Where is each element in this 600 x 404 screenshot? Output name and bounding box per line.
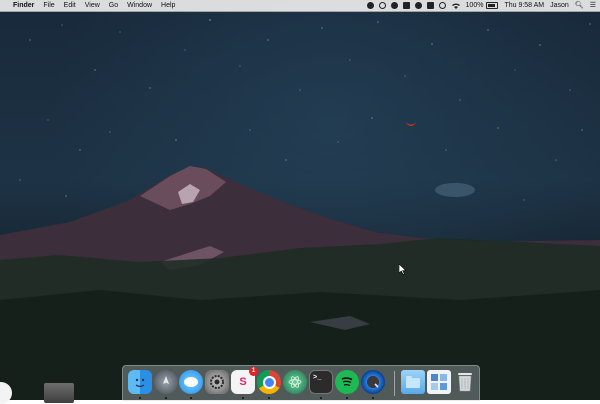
slack-letter: S <box>239 376 247 388</box>
mountain-landscape <box>0 166 600 400</box>
app-status-icon[interactable] <box>402 2 410 9</box>
notification-center-icon[interactable]: ☰ <box>590 0 596 11</box>
spotlight-search-icon[interactable]: 🔍︎ <box>575 0 584 11</box>
dock-slack-icon[interactable]: S 1 <box>231 367 258 394</box>
dock-separator <box>394 371 395 396</box>
dock: S 1 >_ <box>122 365 480 401</box>
battery-icon[interactable] <box>486 2 499 9</box>
dock-system-preferences-icon[interactable] <box>205 370 229 394</box>
airplay-icon[interactable] <box>426 2 434 9</box>
battery-percentage[interactable]: 100% <box>466 0 484 11</box>
bluetooth-icon[interactable] <box>438 2 446 9</box>
menu-file[interactable]: File <box>43 0 54 11</box>
dock-atom-icon[interactable] <box>283 370 307 394</box>
menu-go[interactable]: Go <box>109 0 118 11</box>
desktop-wallpaper <box>0 0 600 400</box>
user-menu[interactable]: Jason <box>550 0 569 11</box>
menu-app-finder[interactable]: Finder <box>13 0 34 11</box>
dock-documents-stack-icon[interactable] <box>427 370 451 394</box>
wifi-icon[interactable] <box>451 3 460 9</box>
menu-help[interactable]: Help <box>161 0 175 11</box>
menu-edit[interactable]: Edit <box>64 0 76 11</box>
menu-bar: Finder File Edit View Go Window Help 100… <box>0 0 600 12</box>
running-indicator <box>190 397 192 399</box>
skype-status-icon[interactable] <box>414 2 422 9</box>
running-indicator <box>320 397 322 399</box>
dock-downloads-folder-icon[interactable] <box>401 370 425 394</box>
mouse-cursor-icon <box>399 264 407 275</box>
running-indicator <box>139 397 141 399</box>
running-indicator <box>346 397 348 399</box>
menu-window[interactable]: Window <box>127 0 152 11</box>
running-indicator <box>372 397 374 399</box>
menu-view[interactable]: View <box>85 0 100 11</box>
terminal-prompt: >_ <box>313 374 322 382</box>
dock-quicktime-icon[interactable] <box>361 370 385 394</box>
slack-badge: 1 <box>249 367 258 376</box>
dock-finder-icon[interactable] <box>128 370 152 394</box>
dock-messages-icon[interactable] <box>179 370 203 394</box>
desktop-item-screenshot[interactable] <box>44 383 74 403</box>
dock-launchpad-icon[interactable] <box>154 370 178 394</box>
menu-clock[interactable]: Thu 9:58 AM <box>504 0 544 11</box>
dock-spotify-icon[interactable] <box>335 370 359 394</box>
record-status-icon[interactable] <box>378 2 386 9</box>
running-indicator <box>165 397 167 399</box>
dock-trash-icon[interactable] <box>453 370 477 394</box>
sync-status-icon[interactable] <box>390 2 398 9</box>
dock-chrome-icon[interactable] <box>257 370 281 394</box>
running-indicator <box>242 397 244 399</box>
running-indicator <box>268 397 270 399</box>
notification-status-icon[interactable] <box>366 2 374 9</box>
dock-terminal-icon[interactable]: >_ <box>309 370 333 394</box>
